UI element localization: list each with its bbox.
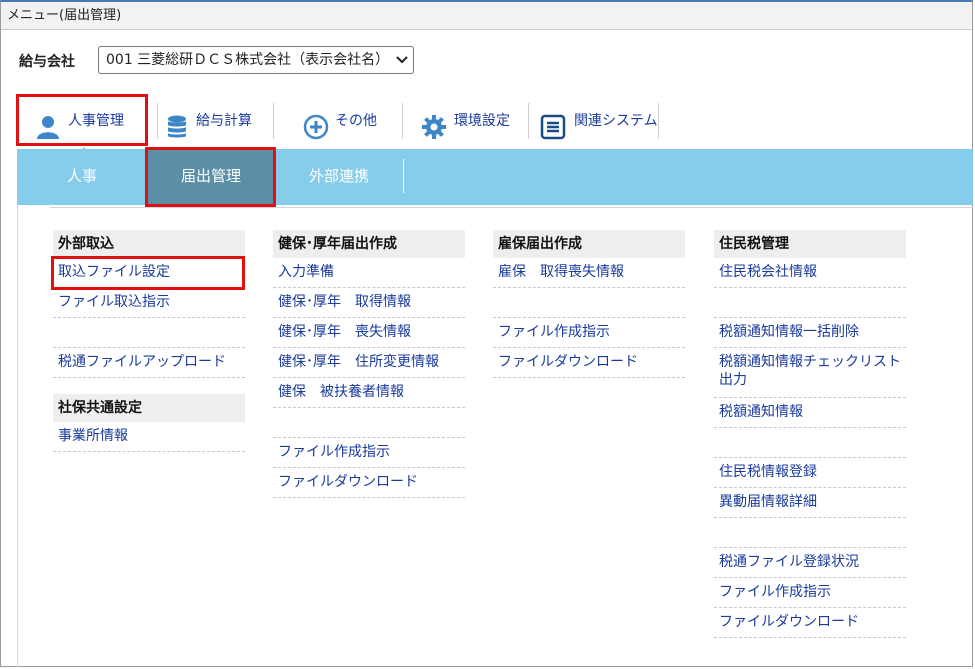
link-tax-file-upload[interactable]: 税通ファイルアップロード: [53, 348, 245, 378]
link-tax-notice-info[interactable]: 税額通知情報: [714, 398, 906, 428]
list-item-empty: [714, 288, 906, 318]
gear-icon: [421, 108, 447, 139]
menu-column-resident-tax: 住民税管理 住民税会社情報 税額通知情報一括削除 税額通知情報チェックリスト出力…: [714, 230, 906, 638]
content-divider: [50, 207, 973, 208]
menu-payroll[interactable]: 給与計算: [165, 93, 265, 149]
list-item-empty: [714, 518, 906, 548]
section-heading: 雇保届出作成: [493, 230, 685, 258]
link-acquisition-info[interactable]: 健保･厚年 取得情報: [273, 288, 465, 318]
company-select[interactable]: 001 三菱総研ＤＣＳ株式会社（表示会社名）: [98, 46, 414, 74]
menu-settings[interactable]: 環境設定: [421, 93, 521, 149]
link-file-download[interactable]: ファイルダウンロード: [273, 468, 465, 498]
content-border: [17, 205, 18, 667]
link-tax-notice-bulk-delete[interactable]: 税額通知情報一括削除: [714, 318, 906, 348]
list-item-empty: [493, 288, 685, 318]
menu-column-employment-insurance: 雇保届出作成 雇保 取得喪失情報 ファイル作成指示 ファイルダウンロード: [493, 230, 685, 378]
menu-label: 給与計算: [196, 113, 252, 129]
link-resident-tax-company[interactable]: 住民税会社情報: [714, 258, 906, 288]
menu-label: 関連システム: [574, 113, 658, 129]
list-item-empty: [714, 428, 906, 458]
link-address-change-info[interactable]: 健保･厚年 住所変更情報: [273, 348, 465, 378]
section-heading: 外部取込: [53, 230, 245, 258]
menu-divider: [658, 103, 659, 139]
link-ei-acquisition-loss[interactable]: 雇保 取得喪失情報: [493, 258, 685, 288]
link-file-import-instruction[interactable]: ファイル取込指示: [53, 288, 245, 318]
highlight-box-import-file-settings: [51, 256, 245, 290]
tab-divider: [403, 159, 404, 193]
link-dependent-info[interactable]: 健保 被扶養者情報: [273, 378, 465, 408]
link-transfer-notice-detail[interactable]: 異動届情報詳細: [714, 488, 906, 518]
active-menu-pointer: [73, 147, 95, 158]
list-icon: [540, 108, 566, 140]
link-file-download[interactable]: ファイルダウンロード: [493, 348, 685, 378]
menu-divider: [528, 103, 529, 139]
link-file-creation[interactable]: ファイル作成指示: [273, 438, 465, 468]
link-tax-file-registration-status[interactable]: 税通ファイル登録状況: [714, 548, 906, 578]
menu-divider: [273, 103, 274, 139]
link-file-creation[interactable]: ファイル作成指示: [714, 578, 906, 608]
menu-divider: [402, 103, 403, 139]
tab-external[interactable]: 外部連携: [275, 149, 403, 205]
highlight-box-notifications-tab: [145, 147, 276, 207]
plus-circle-icon: [303, 108, 329, 140]
company-label: 給与会社: [19, 54, 75, 70]
section-heading: 健保･厚年届出作成: [273, 230, 465, 258]
menu-label: 環境設定: [454, 113, 510, 129]
company-select-value: 001 三菱総研ＤＣＳ株式会社（表示会社名）: [106, 52, 390, 68]
link-office-info[interactable]: 事業所情報: [53, 422, 245, 452]
link-loss-info[interactable]: 健保･厚年 喪失情報: [273, 318, 465, 348]
database-icon: [165, 108, 191, 138]
list-item-empty: [273, 408, 465, 438]
menu-divider: [157, 103, 158, 139]
link-input-prep[interactable]: 入力準備: [273, 258, 465, 288]
section-heading: 社保共通設定: [53, 394, 245, 422]
link-tax-notice-checklist[interactable]: 税額通知情報チェックリスト出力: [714, 348, 906, 398]
menu-other[interactable]: その他: [303, 93, 393, 149]
link-file-download[interactable]: ファイルダウンロード: [714, 608, 906, 638]
link-file-creation[interactable]: ファイル作成指示: [493, 318, 685, 348]
chevron-down-icon: [395, 47, 409, 73]
title-bar: メニュー(届出管理): [1, 2, 972, 30]
link-resident-tax-registration[interactable]: 住民税情報登録: [714, 458, 906, 488]
highlight-box-hr-management: [16, 94, 148, 146]
menu-column-health-pension: 健保･厚年届出作成 入力準備 健保･厚年 取得情報 健保･厚年 喪失情報 健保･…: [273, 230, 465, 498]
section-heading: 住民税管理: [714, 230, 906, 258]
list-item-empty: [53, 318, 245, 348]
menu-related-systems[interactable]: 関連システム: [540, 93, 658, 149]
menu-label: その他: [335, 113, 377, 129]
